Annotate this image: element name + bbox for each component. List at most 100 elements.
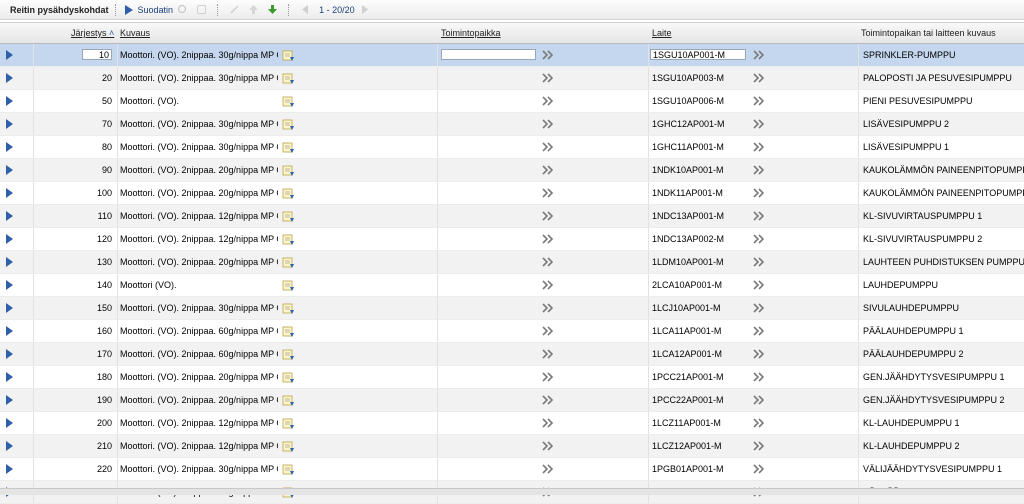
long-description-icon[interactable] bbox=[282, 233, 294, 245]
table-row[interactable]: 80 Moottori. (VO). 2nippaa. 30g/nippa MP … bbox=[0, 136, 1024, 159]
location-lookup-icon[interactable] bbox=[541, 50, 555, 60]
row-expand-icon[interactable] bbox=[6, 303, 13, 313]
equipment-lookup-icon[interactable] bbox=[752, 96, 766, 106]
column-header-location-description[interactable]: Toimintopaikan tai laitteen kuvaus bbox=[861, 28, 996, 38]
long-description-icon[interactable] bbox=[282, 187, 294, 199]
table-row[interactable]: 210 Moottori. (VO). 2nippaa. 12g/nippa MP… bbox=[0, 435, 1024, 458]
equipment-lookup-icon[interactable] bbox=[752, 73, 766, 83]
location-lookup-icon[interactable] bbox=[541, 372, 555, 382]
equipment-lookup-icon[interactable] bbox=[752, 441, 766, 451]
table-row[interactable]: 150 Moottori. (VO). 2nippaa. 30g/nippa MP… bbox=[0, 297, 1024, 320]
row-expand-icon[interactable] bbox=[6, 73, 13, 83]
table-row[interactable]: 100 Moottori. (VO). 2nippaa. 20g/nippa MP… bbox=[0, 182, 1024, 205]
row-expand-icon[interactable] bbox=[6, 119, 13, 129]
equipment-lookup-icon[interactable] bbox=[752, 211, 766, 221]
equipment-lookup-icon[interactable] bbox=[752, 188, 766, 198]
filter-button[interactable]: Suodatin bbox=[123, 4, 173, 16]
table-row[interactable]: 120 Moottori. (VO). 2nippaa. 12g/nippa MP… bbox=[0, 228, 1024, 251]
equipment-lookup-icon[interactable] bbox=[752, 142, 766, 152]
column-header-description[interactable]: Kuvaus bbox=[120, 28, 150, 38]
location-lookup-icon[interactable] bbox=[541, 142, 555, 152]
next-page-icon[interactable] bbox=[359, 4, 370, 15]
equipment-lookup-icon[interactable] bbox=[752, 326, 766, 336]
location-lookup-icon[interactable] bbox=[541, 441, 555, 451]
location-lookup-icon[interactable] bbox=[541, 96, 555, 106]
long-description-icon[interactable] bbox=[282, 49, 294, 61]
location-lookup-icon[interactable] bbox=[541, 234, 555, 244]
long-description-icon[interactable] bbox=[282, 164, 294, 176]
row-expand-icon[interactable] bbox=[6, 188, 13, 198]
row-expand-icon[interactable] bbox=[6, 372, 13, 382]
table-row[interactable]: 50 Moottori. (VO). 1SGU10AP006-M PIENI PESU… bbox=[0, 90, 1024, 113]
column-header-order[interactable]: Järjestys ˄ bbox=[71, 28, 114, 38]
long-description-icon[interactable] bbox=[282, 440, 294, 452]
row-expand-icon[interactable] bbox=[6, 50, 13, 60]
equipment-lookup-icon[interactable] bbox=[752, 50, 766, 60]
order-input[interactable]: 10 bbox=[82, 49, 112, 60]
location-lookup-icon[interactable] bbox=[541, 464, 555, 474]
long-description-icon[interactable] bbox=[282, 210, 294, 222]
row-expand-icon[interactable] bbox=[6, 326, 13, 336]
row-expand-icon[interactable] bbox=[6, 211, 13, 221]
equipment-lookup-icon[interactable] bbox=[752, 349, 766, 359]
location-lookup-icon[interactable] bbox=[541, 326, 555, 336]
long-description-icon[interactable] bbox=[282, 72, 294, 84]
equipment-lookup-icon[interactable] bbox=[752, 372, 766, 382]
location-input[interactable] bbox=[441, 49, 536, 60]
table-row[interactable]: 130 Moottori. (VO). 2nippaa. 20g/nippa MP… bbox=[0, 251, 1024, 274]
long-description-icon[interactable] bbox=[282, 279, 294, 291]
equipment-input[interactable]: 1SGU10AP001-M bbox=[650, 49, 746, 60]
table-row[interactable]: 190 Moottori. (VO). 2nippaa. 20g/nippa MP… bbox=[0, 389, 1024, 412]
table-row[interactable]: 110 Moottori. (VO). 2nippaa. 12g/nippa MP… bbox=[0, 205, 1024, 228]
table-row[interactable]: 10 Moottori. (VO). 2nippaa. 30g/nippa MP … bbox=[0, 44, 1024, 67]
edit-icon[interactable] bbox=[229, 4, 240, 15]
equipment-lookup-icon[interactable] bbox=[752, 257, 766, 267]
location-lookup-icon[interactable] bbox=[541, 165, 555, 175]
column-header-equipment[interactable]: Laite bbox=[652, 28, 672, 38]
search-icon[interactable] bbox=[177, 4, 188, 15]
previous-page-icon[interactable] bbox=[300, 4, 311, 15]
row-expand-icon[interactable] bbox=[6, 96, 13, 106]
table-row[interactable]: 140 Moottori (VO). 2LCA10AP001-M LAUHDEPUMP… bbox=[0, 274, 1024, 297]
equipment-lookup-icon[interactable] bbox=[752, 280, 766, 290]
table-row[interactable]: 20 Moottori. (VO). 2nippaa. 30g/nippa MP … bbox=[0, 67, 1024, 90]
table-row[interactable]: 200 Moottori. (VO). 2nippaa. 12g/nippa MP… bbox=[0, 412, 1024, 435]
row-expand-icon[interactable] bbox=[6, 418, 13, 428]
equipment-lookup-icon[interactable] bbox=[752, 464, 766, 474]
location-lookup-icon[interactable] bbox=[541, 188, 555, 198]
row-expand-icon[interactable] bbox=[6, 280, 13, 290]
long-description-icon[interactable] bbox=[282, 463, 294, 475]
location-lookup-icon[interactable] bbox=[541, 418, 555, 428]
long-description-icon[interactable] bbox=[282, 141, 294, 153]
table-row[interactable]: 90 Moottori. (VO). 2nippaa. 20g/nippa MP … bbox=[0, 159, 1024, 182]
move-down-icon[interactable] bbox=[267, 4, 278, 15]
long-description-icon[interactable] bbox=[282, 348, 294, 360]
clear-filter-icon[interactable] bbox=[196, 4, 207, 15]
long-description-icon[interactable] bbox=[282, 417, 294, 429]
long-description-icon[interactable] bbox=[282, 118, 294, 130]
row-expand-icon[interactable] bbox=[6, 165, 13, 175]
equipment-lookup-icon[interactable] bbox=[752, 165, 766, 175]
equipment-lookup-icon[interactable] bbox=[752, 119, 766, 129]
row-expand-icon[interactable] bbox=[6, 257, 13, 267]
location-lookup-icon[interactable] bbox=[541, 211, 555, 221]
row-expand-icon[interactable] bbox=[6, 441, 13, 451]
row-expand-icon[interactable] bbox=[6, 349, 13, 359]
long-description-icon[interactable] bbox=[282, 325, 294, 337]
table-row[interactable]: 170 Moottori. (VO). 2nippaa. 60g/nippa MP… bbox=[0, 343, 1024, 366]
equipment-lookup-icon[interactable] bbox=[752, 395, 766, 405]
move-up-icon[interactable] bbox=[248, 4, 259, 15]
long-description-icon[interactable] bbox=[282, 256, 294, 268]
location-lookup-icon[interactable] bbox=[541, 73, 555, 83]
equipment-lookup-icon[interactable] bbox=[752, 234, 766, 244]
long-description-icon[interactable] bbox=[282, 302, 294, 314]
location-lookup-icon[interactable] bbox=[541, 119, 555, 129]
location-lookup-icon[interactable] bbox=[541, 280, 555, 290]
row-expand-icon[interactable] bbox=[6, 234, 13, 244]
table-row[interactable]: 180 Moottori. (VO). 2nippaa. 20g/nippa MP… bbox=[0, 366, 1024, 389]
location-lookup-icon[interactable] bbox=[541, 303, 555, 313]
location-lookup-icon[interactable] bbox=[541, 395, 555, 405]
location-lookup-icon[interactable] bbox=[541, 257, 555, 267]
table-row[interactable]: 160 Moottori. (VO). 2nippaa. 60g/nippa MP… bbox=[0, 320, 1024, 343]
equipment-lookup-icon[interactable] bbox=[752, 303, 766, 313]
